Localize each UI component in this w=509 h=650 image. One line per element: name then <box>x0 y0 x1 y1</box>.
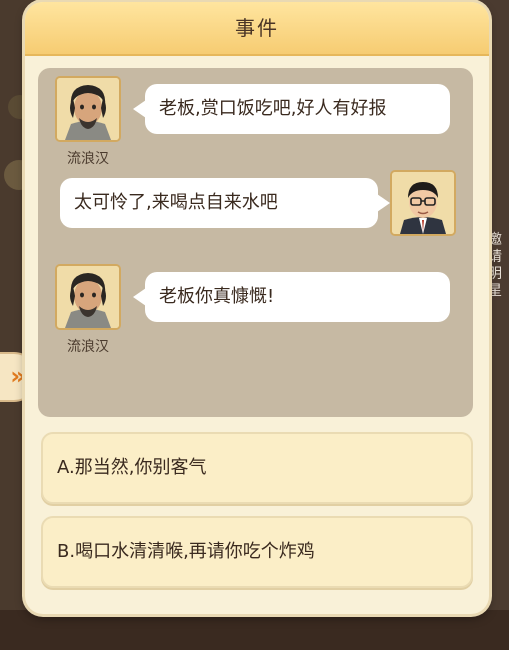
event-dialog: 事件 流浪汉 老板,赏口饭吃吧,好人有好报 太可怜了,来喝点自来水吧 流浪汉 老… <box>25 2 489 614</box>
dialog-header: 事件 <box>25 2 489 56</box>
boss-portrait-icon <box>392 172 454 234</box>
background-floor <box>0 610 509 650</box>
message-bubble: 老板你真慷慨! <box>133 272 450 322</box>
vagrant-avatar <box>55 264 121 330</box>
option-a-button[interactable]: A.那当然,你别客气 <box>41 432 473 504</box>
option-b-button[interactable]: B.喝口水清清喉,再请你吃个炸鸡 <box>41 516 473 588</box>
message-bubble: 太可怜了,来喝点自来水吧 <box>60 178 390 228</box>
vagrant-portrait-icon <box>57 78 119 140</box>
speaker-name: 流浪汉 <box>67 339 109 355</box>
speaker-name: 流浪汉 <box>67 151 109 167</box>
boss-avatar <box>390 170 456 236</box>
invite-star-label[interactable]: 邀请明星 <box>487 232 503 300</box>
vagrant-avatar <box>55 76 121 142</box>
vagrant-portrait-icon <box>57 266 119 328</box>
dialog-title: 事件 <box>235 16 279 40</box>
message-bubble: 老板,赏口饭吃吧,好人有好报 <box>133 84 450 134</box>
double-chevron-right-icon: » <box>10 362 26 390</box>
chat-area: 流浪汉 老板,赏口饭吃吧,好人有好报 太可怜了,来喝点自来水吧 流浪汉 老板你真… <box>38 68 473 417</box>
